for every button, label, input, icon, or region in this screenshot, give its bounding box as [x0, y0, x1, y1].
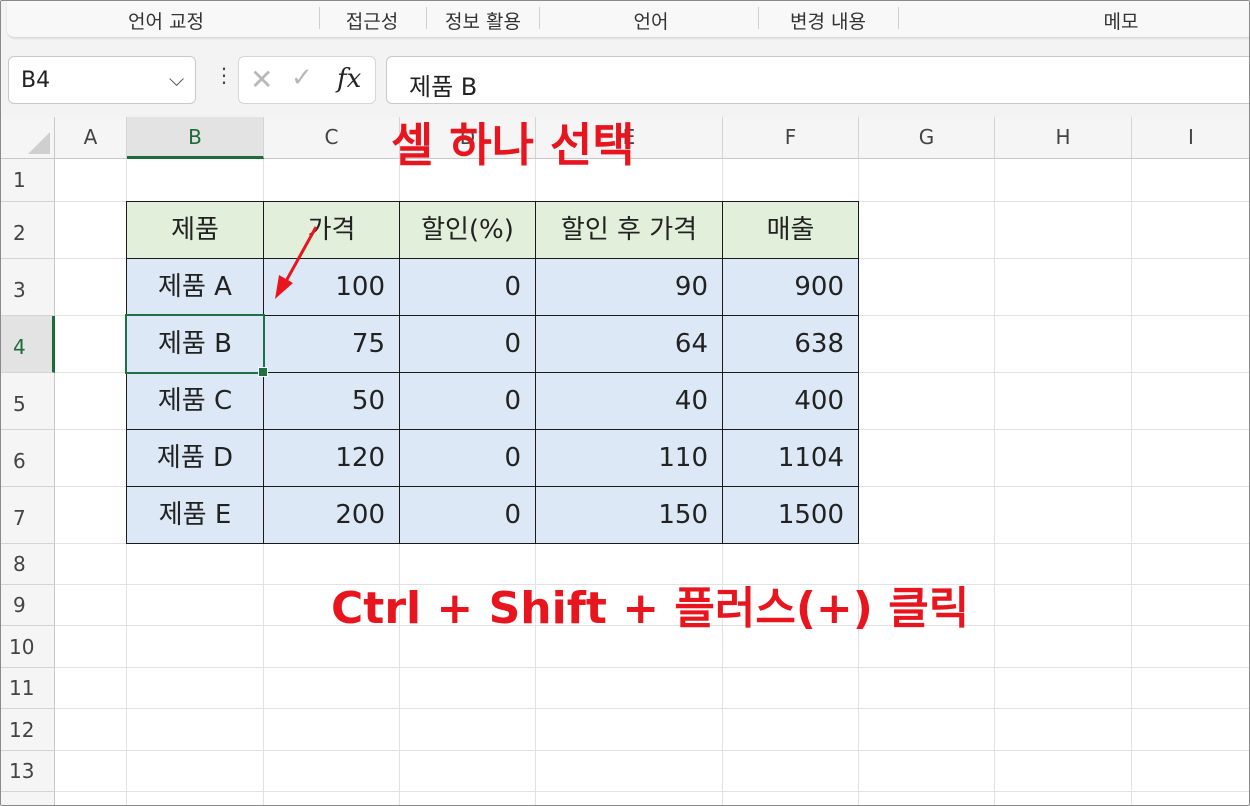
row-header-6[interactable]: 6 [1, 430, 55, 487]
ribbon-group-language: 언어 [633, 11, 669, 33]
table-cell[interactable]: 제품 A [126, 258, 264, 316]
row-header-2[interactable]: 2 [1, 202, 55, 259]
chevron-down-icon[interactable]: ⌵ [169, 67, 184, 91]
insert-function-icon[interactable]: fx [337, 64, 361, 94]
table-cell[interactable]: 75 [263, 315, 400, 373]
ribbon-separator [539, 7, 540, 29]
ribbon-separator [898, 7, 899, 29]
table-cell[interactable]: 0 [399, 486, 536, 544]
column-header-i[interactable]: I [1132, 117, 1249, 159]
ribbon-group-insights: 정보 활용 [445, 11, 521, 33]
column-header-b[interactable]: B [127, 117, 264, 159]
formula-actions: ✕ ✓ fx [238, 56, 376, 104]
name-box[interactable]: B4 ⌵ [8, 56, 196, 104]
ribbon-group-accessibility: 접근성 [345, 11, 399, 33]
row-header-3[interactable]: 3 [1, 259, 55, 316]
ribbon-group-changes: 변경 내용 [790, 11, 866, 33]
column-header-f[interactable]: F [723, 117, 859, 159]
gridline [55, 791, 1249, 792]
table-cell[interactable]: 200 [263, 486, 400, 544]
column-header-c[interactable]: C [264, 117, 400, 159]
name-box-value: B4 [21, 68, 51, 93]
column-header-g[interactable]: G [859, 117, 995, 159]
row-header-5[interactable]: 5 [1, 373, 55, 430]
formula-input[interactable]: 제품 B [386, 56, 1249, 104]
row-header-12[interactable]: 12 [1, 709, 55, 751]
select-all-icon [28, 132, 50, 154]
row-header-9[interactable]: 9 [1, 585, 55, 626]
row-header-10[interactable]: 10 [1, 626, 55, 668]
table-cell[interactable]: 제품 C [126, 372, 264, 430]
table-cell[interactable]: 90 [535, 258, 723, 316]
more-options-icon[interactable]: ⋮ [214, 65, 234, 85]
gridline [55, 708, 1249, 709]
formula-input-value: 제품 B [409, 73, 478, 101]
row-header-1[interactable]: 1 [1, 159, 55, 202]
table-cell[interactable]: 제품 E [126, 486, 264, 544]
gridline [55, 667, 1249, 668]
table-cell-selected[interactable]: 제품 B [126, 315, 264, 373]
worksheet-grid[interactable]: A B C D E F G H I 1 2 3 4 5 6 7 8 9 10 1… [1, 117, 1249, 805]
ribbon-separator [319, 7, 320, 29]
column-header-a[interactable]: A [55, 117, 127, 159]
gridline [55, 750, 1249, 751]
ribbon-group-proofing: 언어 교정 [128, 11, 204, 33]
table-cell[interactable]: 0 [399, 372, 536, 430]
table-cell[interactable]: 1500 [722, 486, 859, 544]
table-header-discount[interactable]: 할인(%) [399, 201, 536, 259]
annotation-select-cell: 셀 하나 선택 [391, 118, 635, 172]
annotation-shortcut: Ctrl + Shift + 플러스(+) 클릭 [331, 583, 970, 634]
table-cell[interactable]: 64 [535, 315, 723, 373]
table-cell[interactable]: 0 [399, 258, 536, 316]
check-icon[interactable]: ✓ [291, 63, 313, 93]
row-header-11[interactable]: 11 [1, 668, 55, 709]
excel-window: 언어 교정 접근성 정보 활용 언어 변경 내용 메모 B4 ⌵ ⋮ ✕ ✓ f… [0, 0, 1250, 806]
table-header-discounted-price[interactable]: 할인 후 가격 [535, 201, 723, 259]
table-cell[interactable]: 1104 [722, 429, 859, 487]
ribbon-group-notes: 메모 [1103, 11, 1139, 33]
table-header-sales[interactable]: 매출 [722, 201, 859, 259]
fill-handle[interactable] [258, 367, 268, 377]
table-cell[interactable]: 50 [263, 372, 400, 430]
table-header-product[interactable]: 제품 [126, 201, 264, 259]
row-header-14[interactable] [1, 792, 55, 805]
table-cell[interactable]: 638 [722, 315, 859, 373]
row-header-7[interactable]: 7 [1, 487, 55, 544]
ribbon: 언어 교정 접근성 정보 활용 언어 변경 내용 메모 [1, 1, 1249, 41]
table-cell[interactable]: 900 [722, 258, 859, 316]
table-cell[interactable]: 150 [535, 486, 723, 544]
table-cell[interactable]: 0 [399, 315, 536, 373]
table-cell[interactable]: 120 [263, 429, 400, 487]
column-header-h[interactable]: H [995, 117, 1132, 159]
formula-bar: B4 ⌵ ⋮ ✕ ✓ fx 제품 B [1, 41, 1249, 117]
arrow-icon [275, 226, 318, 299]
table-cell[interactable]: 110 [535, 429, 723, 487]
table-cell[interactable]: 제품 D [126, 429, 264, 487]
row-header-4[interactable]: 4 [1, 316, 55, 373]
row-header-13[interactable]: 13 [1, 751, 55, 792]
table-cell[interactable]: 0 [399, 429, 536, 487]
ribbon-separator [758, 7, 759, 29]
select-all-button[interactable] [1, 117, 55, 159]
table-cell[interactable]: 40 [535, 372, 723, 430]
cancel-icon[interactable]: ✕ [250, 63, 273, 96]
row-header-8[interactable]: 8 [1, 544, 55, 585]
table-cell[interactable]: 400 [722, 372, 859, 430]
ribbon-separator [426, 7, 427, 29]
